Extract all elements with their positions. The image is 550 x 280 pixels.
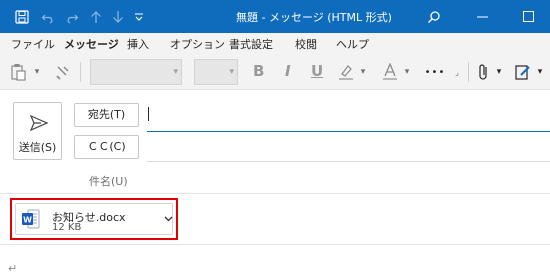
menu-file[interactable]: ファイル	[11, 36, 55, 52]
word-icon-letter: W	[23, 216, 32, 225]
attach-dropdown-icon[interactable]: ▾	[494, 62, 504, 82]
chevron-down-icon[interactable]	[164, 214, 173, 225]
attachment-chip[interactable]: W お知らせ.docx 12 KB	[15, 203, 173, 235]
attach-file-icon[interactable]	[476, 62, 492, 82]
to-input[interactable]	[147, 102, 550, 132]
underline-button[interactable]: U	[311, 62, 323, 80]
menu-message[interactable]: メッセージ	[64, 36, 119, 56]
highlight-dropdown-icon[interactable]: ▾	[358, 62, 368, 82]
subject-input[interactable]	[0, 193, 550, 194]
highlight-icon[interactable]	[337, 62, 355, 82]
font-color-dropdown-icon[interactable]: ▾	[402, 62, 412, 82]
italic-button[interactable]: I	[285, 62, 291, 80]
chevron-down-icon: ▾	[229, 67, 234, 77]
customize-icon[interactable]	[133, 9, 145, 25]
menu-review[interactable]: 校閲	[295, 36, 317, 52]
dialog-launcher-icon[interactable]: ⌟	[452, 62, 462, 82]
menu-insert[interactable]: 挿入	[127, 36, 149, 52]
outlook-compose-window: 無題 - メッセージ (HTML 形式) ファイル メッセージ 挿入 オプション…	[0, 0, 550, 280]
send-icon	[30, 115, 48, 131]
attachment-highlight: W お知らせ.docx 12 KB	[10, 198, 178, 240]
menu-format[interactable]: 書式設定	[229, 36, 273, 52]
menu-options[interactable]: オプション	[170, 36, 225, 52]
chevron-down-icon: ▾	[173, 67, 178, 77]
paste-icon[interactable]	[10, 62, 28, 82]
undo-icon[interactable]	[40, 9, 56, 25]
send-label: 送信(S)	[18, 141, 57, 154]
bold-button[interactable]: B	[253, 62, 264, 80]
format-painter-icon[interactable]	[54, 62, 72, 82]
cc-button[interactable]: ＣＣ(C)	[74, 135, 139, 159]
toolbar-separator	[80, 62, 81, 82]
font-size-dropdown[interactable]: ▾	[194, 59, 238, 85]
title-bar: 無題 - メッセージ (HTML 形式)	[0, 0, 550, 33]
signature-dropdown-icon[interactable]: ▾	[535, 62, 545, 82]
down-arrow-icon[interactable]	[110, 9, 126, 25]
send-button[interactable]: 送信(S)	[13, 102, 62, 160]
ribbon-toolbar: ▾ ▾ ▾ B I U ▾ ▾ ••• ⌟ ▾ ▾	[0, 53, 550, 90]
to-button[interactable]: 宛先(T)	[74, 103, 139, 127]
signature-icon[interactable]	[514, 62, 532, 82]
body-divider	[0, 244, 550, 245]
toolbar-separator	[468, 62, 469, 82]
save-icon[interactable]	[14, 9, 30, 25]
subject-label: 件名(U)	[89, 175, 128, 188]
attachment-size: 12 KB	[52, 222, 82, 233]
up-arrow-icon[interactable]	[88, 9, 104, 25]
more-options-button[interactable]: •••	[425, 62, 445, 82]
maximize-icon[interactable]	[506, 0, 550, 33]
menu-help[interactable]: ヘルプ	[336, 36, 369, 52]
paste-dropdown-icon[interactable]: ▾	[32, 62, 42, 82]
text-cursor	[148, 107, 149, 121]
minimize-icon[interactable]	[460, 0, 504, 33]
cc-input[interactable]	[147, 133, 550, 162]
word-document-icon: W	[22, 209, 40, 229]
window-title: 無題 - メッセージ (HTML 形式)	[236, 11, 392, 24]
search-icon[interactable]	[426, 9, 442, 25]
font-color-icon[interactable]	[381, 62, 399, 82]
font-name-dropdown[interactable]: ▾	[90, 59, 182, 85]
redo-icon[interactable]	[64, 9, 80, 25]
paragraph-mark[interactable]: ↵	[8, 262, 17, 275]
menu-bar: ファイル メッセージ 挿入 オプション 書式設定 校閲 ヘルプ	[0, 33, 550, 56]
